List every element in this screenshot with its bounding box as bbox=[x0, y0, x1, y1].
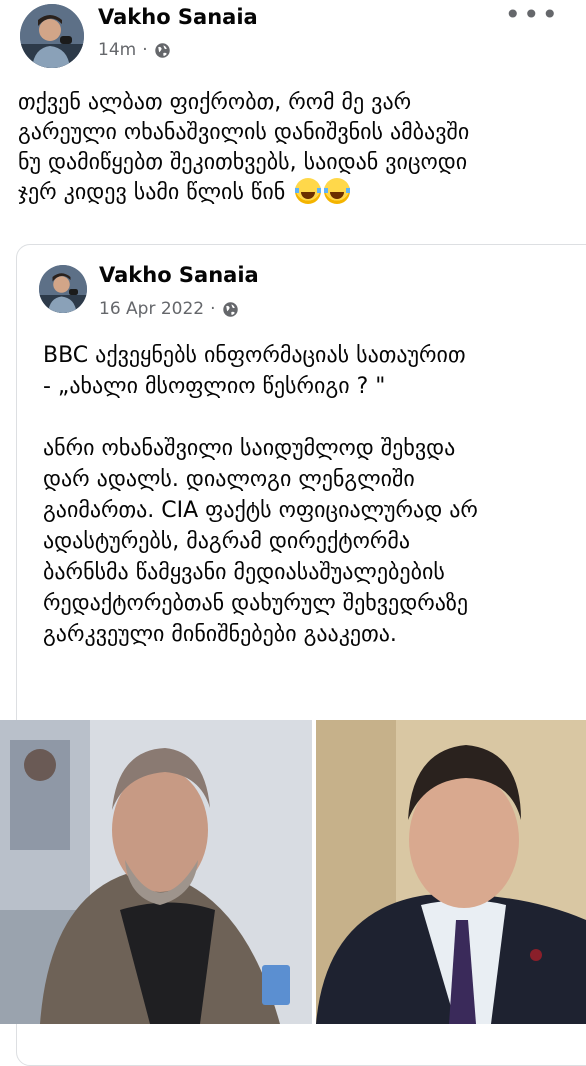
shared-post-date[interactable]: 16 Apr 2022 bbox=[99, 299, 204, 319]
photo-left-image bbox=[0, 720, 312, 1024]
laughing-emoji-icon bbox=[295, 178, 322, 204]
laughing-emoji-icon bbox=[324, 178, 351, 204]
more-options-button[interactable]: ••• bbox=[504, 0, 560, 30]
shared-post-meta: 16 Apr 2022 · bbox=[99, 299, 239, 319]
post-line-last: ჯერ კიდევ სამი წლის წინ bbox=[18, 178, 586, 208]
shared-line: გარკვეული მინიშნებები გააკეთა. bbox=[43, 622, 397, 647]
shared-line: გაიმართა. CIA ფაქტს ოფიციალურად არ bbox=[43, 498, 478, 523]
photo-right-man-in-suit[interactable] bbox=[316, 720, 586, 1024]
shared-line bbox=[43, 402, 586, 433]
shared-author-avatar[interactable] bbox=[39, 265, 87, 313]
globe-icon[interactable] bbox=[154, 42, 171, 59]
post-line: ნუ დამიწყებთ შეკითხვებს, საიდან ვიცოდი bbox=[18, 150, 468, 175]
post-author-name[interactable]: Vakho Sanaia bbox=[98, 5, 258, 29]
shared-author-name[interactable]: Vakho Sanaia bbox=[99, 263, 259, 287]
shared-post-body: BBC აქვეყნებს ინფორმაციას სათაურით - „ახ… bbox=[43, 340, 586, 650]
avatar-photo bbox=[20, 4, 84, 68]
post-line: გარეული ოხანაშვილის დანიშვნის ამბავში bbox=[18, 120, 470, 145]
shared-line: ანრი ოხანაშვილი საიდუმლოდ შეხვდა bbox=[43, 436, 456, 461]
post-time[interactable]: 14m bbox=[98, 40, 136, 60]
author-avatar[interactable] bbox=[20, 4, 84, 68]
post-line: ჯერ კიდევ სამი წლის წინ bbox=[18, 180, 286, 205]
globe-icon[interactable] bbox=[222, 301, 239, 318]
post-meta: 14m · bbox=[98, 40, 171, 60]
shared-line: დარ ადალს. დიალოგი ლენგლიში bbox=[43, 467, 415, 492]
shared-line: ბარნსმა წამყვანი მედიასაშუალებების bbox=[43, 560, 445, 585]
shared-line: ადასტურებს, მაგრამ დირექტორმა bbox=[43, 529, 411, 554]
shared-line: რედაქტორებთან დახურულ შეხვედრაზე bbox=[43, 591, 469, 616]
shared-line: BBC აქვეყნებს ინფორმაციას სათაურით bbox=[43, 343, 466, 368]
avatar-photo bbox=[39, 265, 87, 313]
photo-left-bearded-man[interactable] bbox=[0, 720, 312, 1024]
shared-line: - „ახალი მსოფლიო წესრიგი ? " bbox=[43, 374, 386, 399]
post-body: თქვენ ალბათ ფიქრობთ, რომ მე ვარ გარეული … bbox=[18, 88, 586, 208]
post-line: თქვენ ალბათ ფიქრობთ, რომ მე ვარ bbox=[18, 90, 412, 115]
photo-right-image bbox=[316, 720, 586, 1024]
